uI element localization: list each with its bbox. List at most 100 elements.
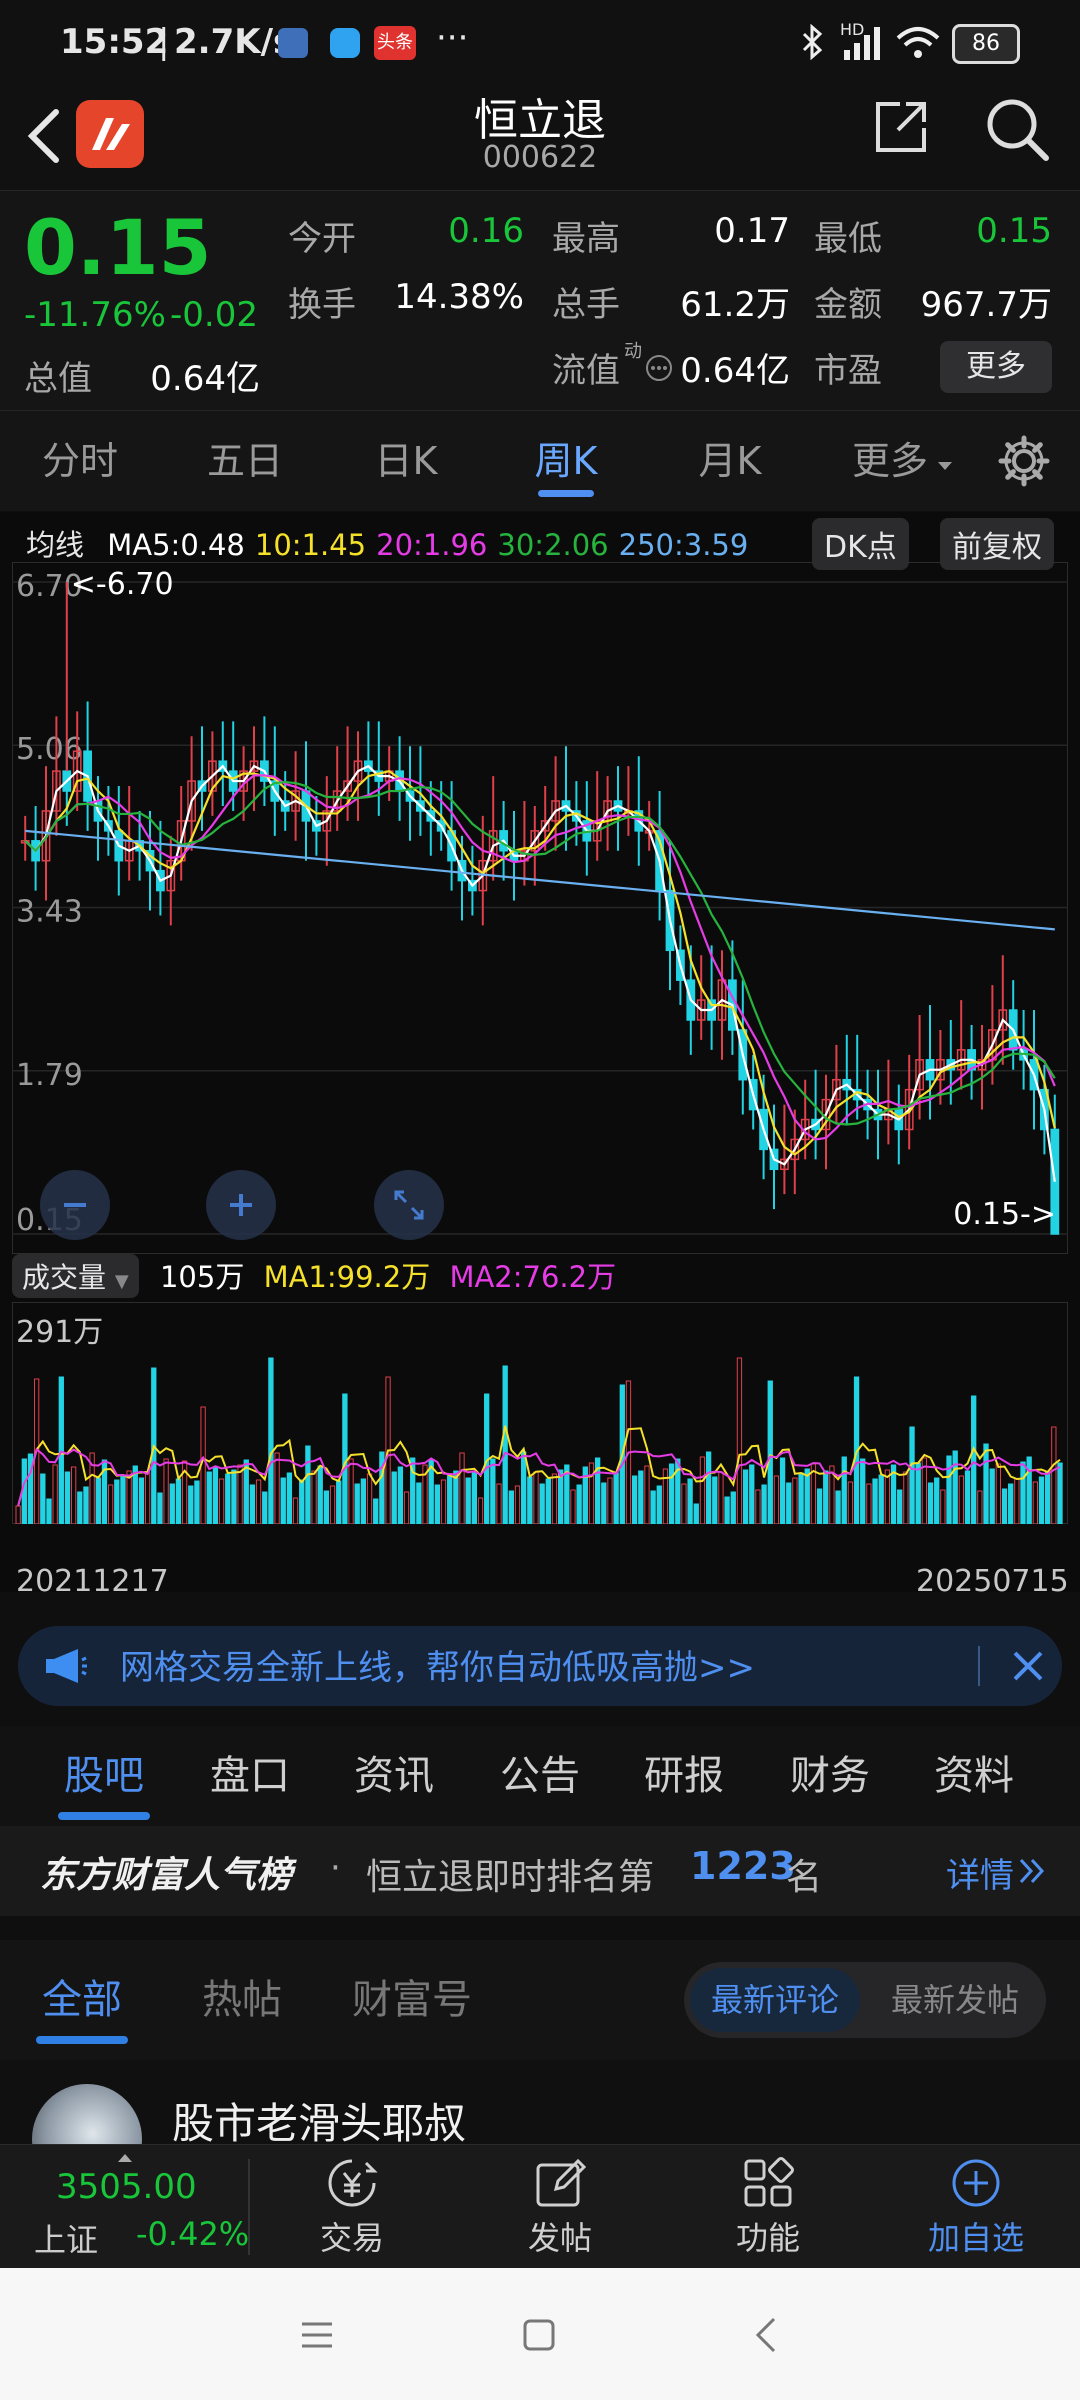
tab-daily-k[interactable]: 日K: [356, 411, 456, 511]
tab-pankou[interactable]: 盘口: [190, 1726, 310, 1826]
volume-bar: [502, 1365, 508, 1524]
status-bar: 15:52 | 2.7K/s 头条 ··· HD 86: [0, 0, 1080, 90]
settings-app-icon: [278, 28, 308, 58]
tab-announcements[interactable]: 公告: [480, 1726, 600, 1826]
volume-bar: [927, 1482, 934, 1524]
settings-gear-icon[interactable]: [998, 435, 1050, 491]
price-tick-label: 1.79: [16, 1058, 83, 1093]
volume-bar: [1014, 1478, 1020, 1524]
volume-bar: [447, 1475, 453, 1524]
high-marker: <-6.70: [71, 567, 174, 602]
volume-bar: [958, 1475, 965, 1524]
volume-bar: [718, 1471, 724, 1524]
change-amount: -0.02: [170, 295, 258, 335]
volume-bar: [440, 1479, 447, 1524]
volume-legend: 成交量 ▼ 105万 MA1:99.2万 MA2:76.2万: [12, 1254, 616, 1298]
rank-detail-link[interactable]: 详情: [946, 1848, 1014, 1897]
nav-post-label: 发帖: [527, 2219, 592, 2257]
share-icon[interactable]: [870, 96, 932, 162]
pe-dynamic-sup: 动: [624, 341, 642, 362]
volume-bar: [1051, 1426, 1057, 1524]
index-ticker[interactable]: 3505.00 上证 -0.42%: [0, 2145, 249, 2269]
sort-latest-comment[interactable]: 最新评论: [690, 1968, 860, 2032]
back-nav-icon[interactable]: [754, 2316, 778, 2358]
volume-bar: [231, 1469, 237, 1524]
rank-prefix: 恒立退即时排名第: [366, 1857, 655, 1898]
post-author[interactable]: 股市老滑头耶叔: [172, 2090, 466, 2144]
volume-bar: [804, 1468, 810, 1524]
volume-bar: [964, 1470, 971, 1524]
nav-functions-label: 功能: [735, 2219, 800, 2257]
tab-profile[interactable]: 资料: [914, 1726, 1034, 1826]
pe-info-icon[interactable]: [644, 353, 674, 387]
tab-intraday[interactable]: 分时: [30, 411, 130, 511]
zoom-in-button[interactable]: [206, 1170, 276, 1240]
amount-value: 967.7万: [920, 285, 1052, 325]
feed-tab-hot[interactable]: 热帖: [196, 1950, 288, 2050]
volume-bar: [705, 1451, 712, 1524]
fullscreen-button[interactable]: [374, 1170, 444, 1240]
tab-weekly-k[interactable]: 周K: [516, 411, 616, 511]
stock-name: 恒立退: [474, 95, 606, 146]
popularity-rank-row[interactable]: 东方财富人气榜 · 恒立退即时排名第 1223 名 详情: [0, 1826, 1080, 1916]
banner-divider: [978, 1646, 980, 1686]
search-icon[interactable]: [984, 96, 1050, 166]
tab-guba[interactable]: 股吧: [44, 1726, 164, 1826]
volume-bar: [681, 1483, 687, 1524]
feed-tabs: 全部 热帖 财富号 最新评论 最新发帖: [0, 1940, 1080, 2060]
price-chart[interactable]: 6.705.063.431.790.15<-6.700.15->: [12, 562, 1068, 1254]
volume-bar: [841, 1456, 847, 1524]
sort-latest-post[interactable]: 最新发帖: [870, 1968, 1040, 2032]
tab-more[interactable]: 更多: [840, 411, 940, 511]
volume-bar: [206, 1471, 212, 1524]
volume-bar: [403, 1491, 410, 1524]
volume-bar: [508, 1490, 514, 1524]
ma-legend: 均线 MA5:0.48 10:1.45 20:1.96 30:2.06 250:3.59: [26, 522, 758, 564]
zoom-out-button[interactable]: [40, 1170, 110, 1240]
volume-bar: [249, 1484, 256, 1524]
volume-max-label: 291万: [16, 1315, 103, 1350]
volume-bar: [397, 1466, 404, 1524]
feed-tab-wealth[interactable]: 财富号: [346, 1950, 478, 2050]
volume-bar: [940, 1489, 946, 1524]
volume-bar: [175, 1478, 182, 1524]
home-icon[interactable]: [522, 2318, 556, 2356]
volume-bar: [286, 1472, 293, 1524]
close-icon[interactable]: [1010, 1648, 1046, 1688]
nav-post[interactable]: 发帖: [490, 2145, 630, 2269]
volume-bar: [557, 1469, 564, 1524]
nav-trade[interactable]: 交易: [282, 2145, 422, 2269]
tab-finance[interactable]: 财务: [770, 1726, 890, 1826]
back-icon[interactable]: [22, 106, 66, 170]
promo-banner[interactable]: 网格交易全新上线，帮你自动低吸高抛>>: [18, 1626, 1062, 1706]
volume-selector[interactable]: 成交量 ▼: [12, 1254, 139, 1298]
volume-bar: [237, 1464, 243, 1524]
volume-bar: [650, 1490, 656, 1524]
volume-chart[interactable]: 291万: [12, 1302, 1068, 1524]
menu-icon[interactable]: [300, 2320, 334, 2354]
avatar[interactable]: [32, 2084, 142, 2144]
tab-monthly-k[interactable]: 月K: [680, 411, 780, 511]
nav-add-watchlist[interactable]: 加自选: [906, 2145, 1046, 2269]
volume-bar: [1001, 1488, 1008, 1524]
feed-tab-all[interactable]: 全部: [36, 1950, 128, 2050]
volume-bar: [490, 1458, 496, 1524]
post-preview[interactable]: 股市老滑头耶叔: [0, 2060, 1080, 2144]
more-button[interactable]: 更多: [940, 341, 1052, 393]
tab-research[interactable]: 研报: [624, 1726, 744, 1826]
nav-functions[interactable]: 功能: [698, 2145, 838, 2269]
volume-bar: [83, 1486, 89, 1524]
volume-bar: [46, 1498, 52, 1524]
volume-bar: [70, 1466, 77, 1524]
volume-bar: [823, 1470, 829, 1524]
volume-bar: [730, 1491, 736, 1524]
volume-bar: [120, 1474, 126, 1524]
volume-bar: [884, 1469, 891, 1524]
trade-icon: [328, 2159, 378, 2207]
volume-bar: [317, 1465, 323, 1524]
volume-bar: [847, 1481, 854, 1524]
tab-news[interactable]: 资讯: [334, 1726, 454, 1826]
ma-legend-item: 250:3.59: [618, 528, 749, 562]
volume-bar: [360, 1478, 367, 1524]
tab-five-day[interactable]: 五日: [190, 411, 300, 511]
